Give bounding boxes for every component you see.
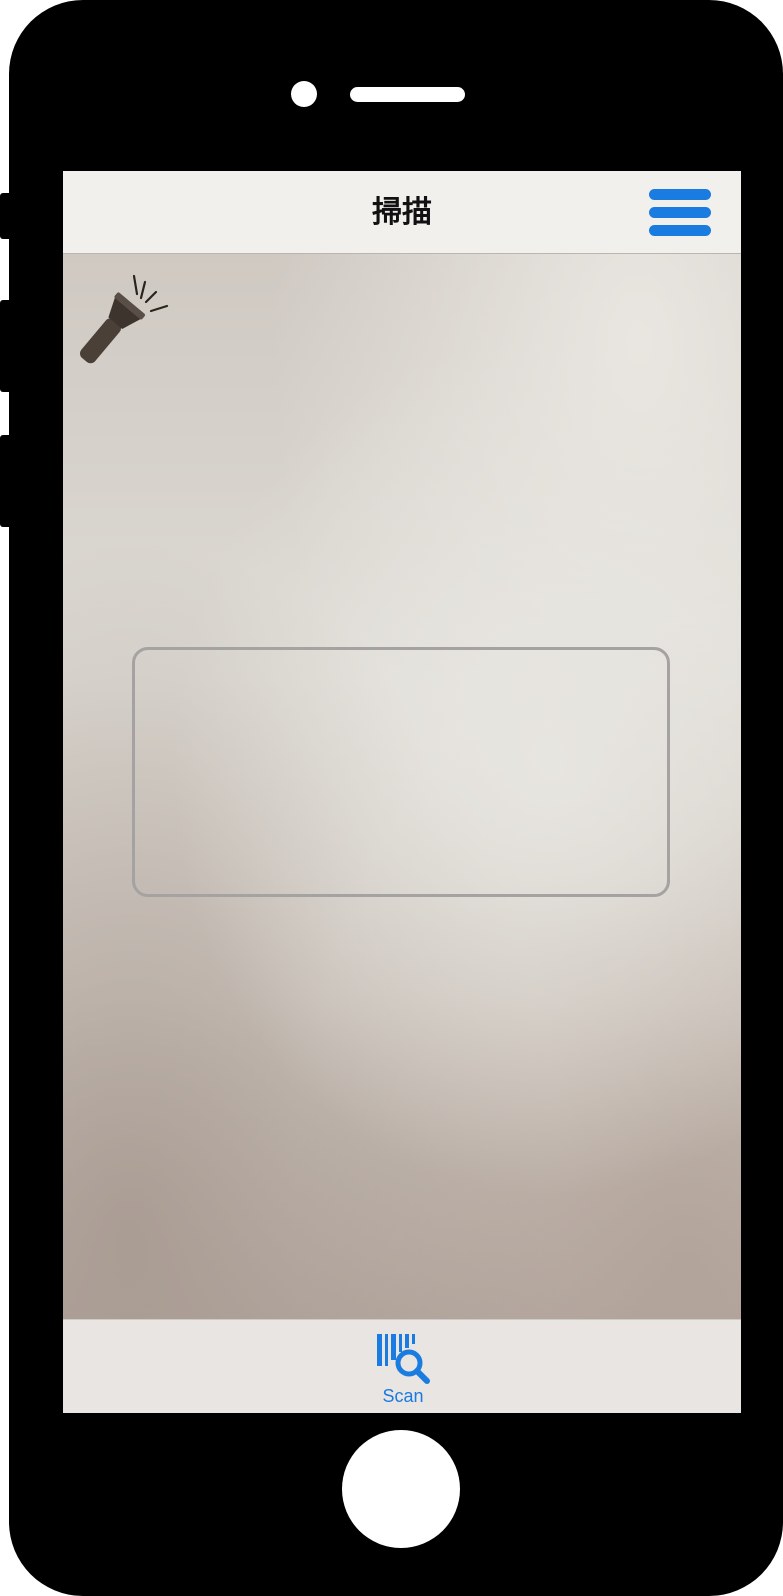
tab-bar: Scan (63, 1319, 741, 1413)
flashlight-toggle-button[interactable] (79, 266, 175, 366)
device-stage: 掃描 Scan (0, 0, 783, 1596)
page-title: 掃描 (372, 195, 432, 230)
tab-scan[interactable]: Scan (353, 1326, 453, 1412)
tab-scan-label: Scan (382, 1386, 424, 1406)
navigation-bar: 掃描 (63, 171, 741, 254)
camera-preview (63, 254, 741, 1319)
earpiece-speaker (350, 87, 465, 102)
menu-button[interactable] (649, 189, 711, 237)
front-camera (291, 81, 317, 107)
flashlight-icon (79, 274, 169, 364)
home-button[interactable] (342, 1430, 460, 1548)
barcode-search-icon (377, 1334, 430, 1384)
hamburger-menu-icon (649, 189, 711, 236)
app-screen: 掃描 Scan (63, 171, 741, 1413)
barcode-scan-frame (132, 647, 670, 897)
